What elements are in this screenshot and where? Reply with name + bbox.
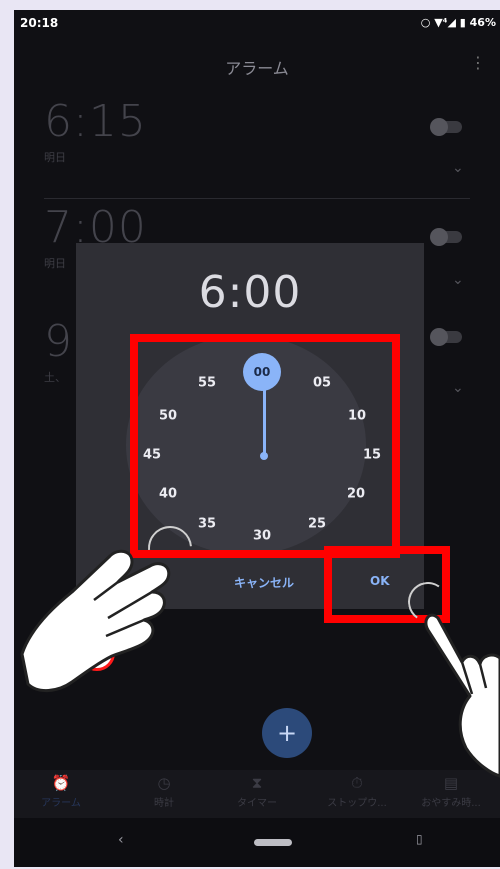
chevron-down-icon[interactable]: ⌄ [452, 380, 464, 396]
alarm-toggle[interactable] [430, 228, 462, 246]
alarm-day-label: 明日 [44, 151, 66, 164]
nav-tab-label: おやすみ時... [421, 798, 481, 809]
nav-tab-timer[interactable]: ⧗ タイマー [212, 774, 302, 809]
status-icons: ○ ▼⁴◢ ▮ 46% [420, 16, 496, 29]
alarm-time: 6:15 [44, 96, 147, 147]
nav-tab-clock[interactable]: ◷ 時計 [119, 774, 209, 809]
alarm-item[interactable]: 9 土、 [44, 316, 73, 385]
chevron-down-icon[interactable]: ⌄ [452, 160, 464, 176]
nav-tab-label: 時計 [154, 798, 174, 809]
stopwatch-icon: ⏱ [351, 774, 363, 792]
add-alarm-button[interactable]: + [262, 708, 312, 758]
selected-time-display: 6:00 [198, 267, 302, 318]
clock-icon: ◷ [157, 774, 171, 792]
alarm-day-label: 土、 [44, 371, 66, 384]
status-time: 20:18 [20, 16, 59, 30]
rotate-icon[interactable]: ▯ [416, 832, 423, 846]
alarm-toggle[interactable] [430, 118, 462, 136]
system-navigation-bar: ‹ ▯ [14, 818, 500, 867]
nav-tab-label: アラーム [41, 798, 81, 809]
highlight-clock-face [130, 334, 400, 558]
nav-tab-label: ストップウ... [327, 798, 387, 809]
home-icon[interactable] [254, 839, 292, 846]
status-bar: 20:18 ○ ▼⁴◢ ▮ 46% [14, 10, 500, 36]
chevron-down-icon[interactable]: ⌄ [452, 272, 464, 288]
nav-tab-label: タイマー [237, 798, 277, 809]
cancel-button[interactable]: キャンセル [234, 574, 294, 591]
alarm-item[interactable]: 6:15 明日 [44, 96, 147, 165]
timer-icon: ⧗ [251, 774, 263, 792]
page-title: アラーム [225, 59, 289, 78]
nav-tab-stopwatch[interactable]: ⏱ ストップウ... [312, 774, 402, 809]
nav-tab-alarm[interactable]: ⏰ アラーム [16, 774, 106, 809]
back-icon[interactable]: ‹ [118, 832, 124, 848]
more-vert-icon[interactable]: ⋮ [470, 53, 486, 72]
pointing-hand-icon [424, 613, 500, 778]
alarm-time: 9 [44, 316, 73, 367]
divider [44, 198, 470, 199]
alarm-toggle[interactable] [430, 328, 462, 346]
alarm-icon: ⏰ [51, 774, 71, 792]
